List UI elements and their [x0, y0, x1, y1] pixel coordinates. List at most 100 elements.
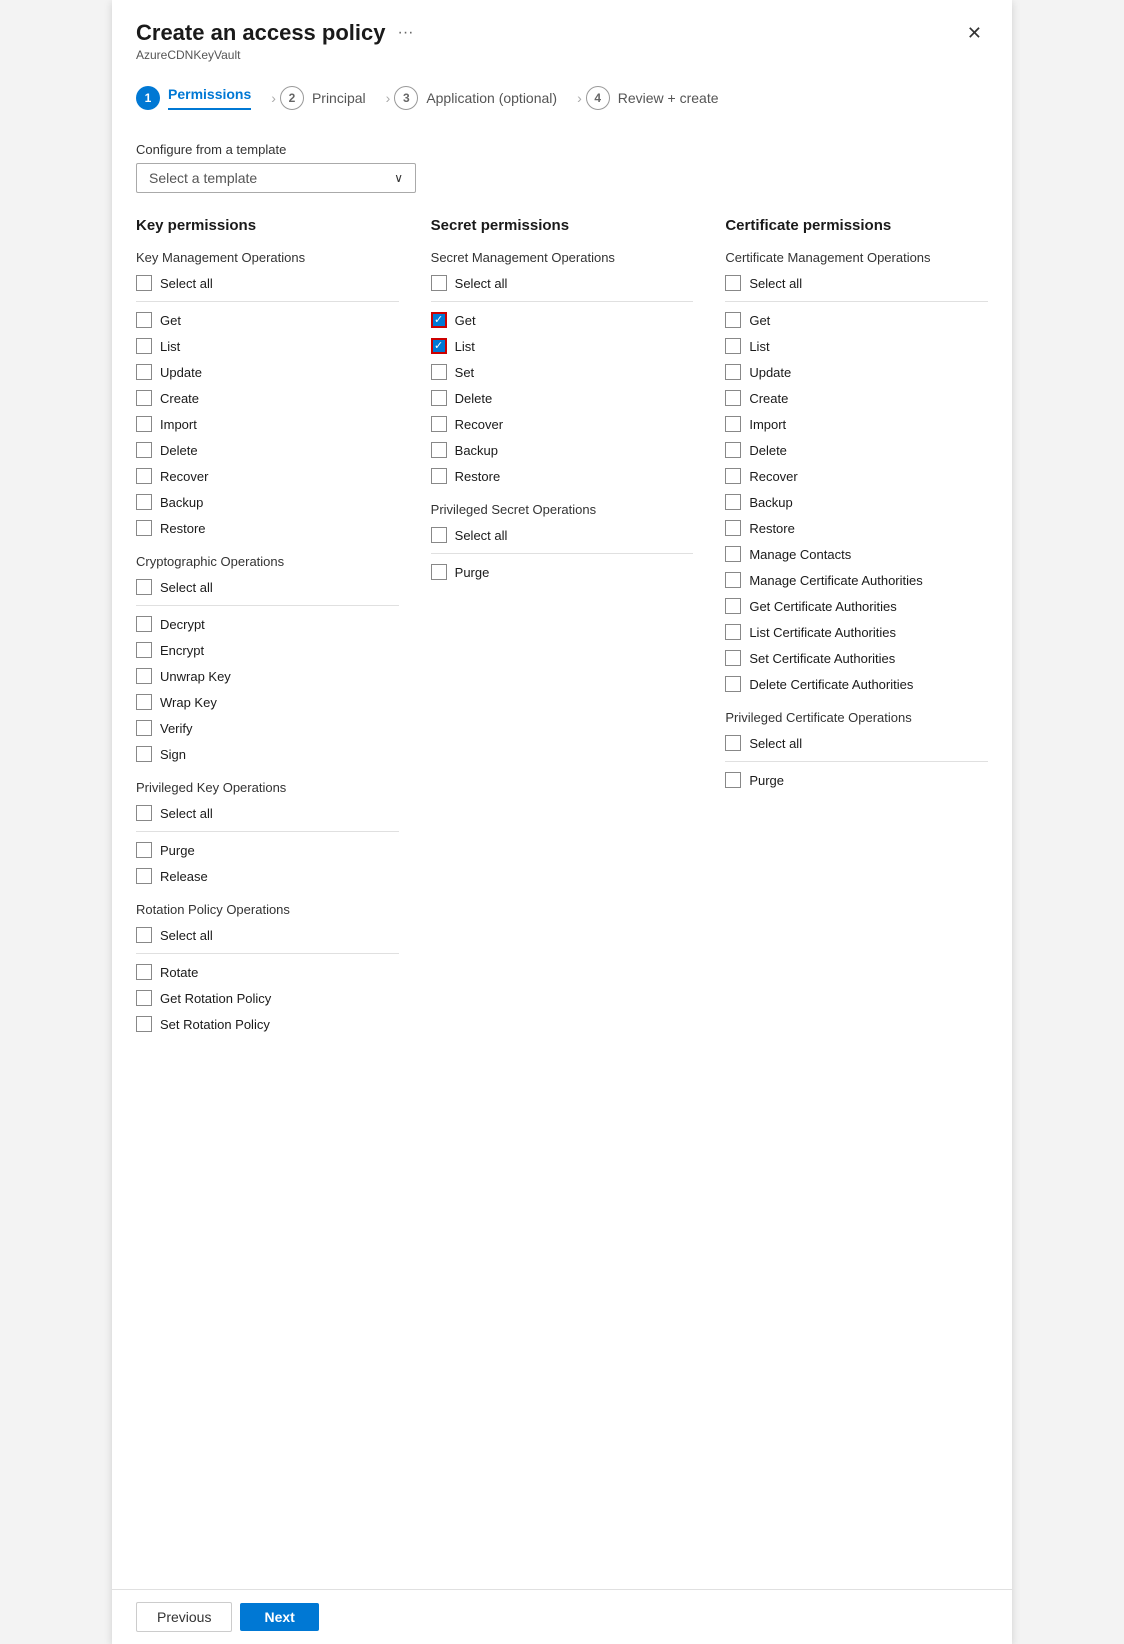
secret-list-checkbox[interactable] [431, 338, 447, 354]
secret-backup-checkbox[interactable] [431, 442, 447, 458]
step-review-create[interactable]: 4 Review + create [586, 78, 735, 118]
key-get-checkbox[interactable] [136, 312, 152, 328]
key-restore[interactable]: Restore [136, 518, 399, 538]
secret-get[interactable]: Get [431, 310, 694, 330]
cert-import-checkbox[interactable] [725, 416, 741, 432]
secret-set-checkbox[interactable] [431, 364, 447, 380]
priv-cert-select-all[interactable]: Select all [725, 733, 988, 753]
key-get-rotation-policy[interactable]: Get Rotation Policy [136, 988, 399, 1008]
key-purge-checkbox[interactable] [136, 842, 152, 858]
cert-select-all-checkbox[interactable] [725, 275, 741, 291]
key-sign-checkbox[interactable] [136, 746, 152, 762]
key-verify-checkbox[interactable] [136, 720, 152, 736]
secret-delete-checkbox[interactable] [431, 390, 447, 406]
key-sign[interactable]: Sign [136, 744, 399, 764]
key-delete[interactable]: Delete [136, 440, 399, 460]
key-release-checkbox[interactable] [136, 868, 152, 884]
ellipsis-menu[interactable]: ··· [397, 24, 413, 42]
key-import-checkbox[interactable] [136, 416, 152, 432]
key-unwrap-checkbox[interactable] [136, 668, 152, 684]
secret-restore-checkbox[interactable] [431, 468, 447, 484]
cert-manage-contacts-checkbox[interactable] [725, 546, 741, 562]
next-button[interactable]: Next [240, 1603, 318, 1631]
cert-create-checkbox[interactable] [725, 390, 741, 406]
cert-get-cas[interactable]: Get Certificate Authorities [725, 596, 988, 616]
cert-set-cas[interactable]: Set Certificate Authorities [725, 648, 988, 668]
key-delete-checkbox[interactable] [136, 442, 152, 458]
key-wrap[interactable]: Wrap Key [136, 692, 399, 712]
cert-manage-cas[interactable]: Manage Certificate Authorities [725, 570, 988, 590]
key-decrypt-checkbox[interactable] [136, 616, 152, 632]
secret-purge[interactable]: Purge [431, 562, 694, 582]
key-rotate-checkbox[interactable] [136, 964, 152, 980]
cert-purge[interactable]: Purge [725, 770, 988, 790]
template-dropdown[interactable]: Select a template ∨ [136, 163, 416, 193]
key-get[interactable]: Get [136, 310, 399, 330]
key-backup[interactable]: Backup [136, 492, 399, 512]
key-update-checkbox[interactable] [136, 364, 152, 380]
cert-import[interactable]: Import [725, 414, 988, 434]
key-import[interactable]: Import [136, 414, 399, 434]
cert-delete-cas[interactable]: Delete Certificate Authorities [725, 674, 988, 694]
cert-list-cas[interactable]: List Certificate Authorities [725, 622, 988, 642]
secret-recover[interactable]: Recover [431, 414, 694, 434]
step-principal[interactable]: 2 Principal [280, 78, 382, 118]
key-restore-checkbox[interactable] [136, 520, 152, 536]
priv-secret-select-all-checkbox[interactable] [431, 527, 447, 543]
cert-list[interactable]: List [725, 336, 988, 356]
cert-manage-contacts[interactable]: Manage Contacts [725, 544, 988, 564]
previous-button[interactable]: Previous [136, 1602, 232, 1632]
key-get-rotation-policy-checkbox[interactable] [136, 990, 152, 1006]
secret-delete[interactable]: Delete [431, 388, 694, 408]
step-application[interactable]: 3 Application (optional) [394, 78, 573, 118]
secret-select-all[interactable]: Select all [431, 273, 694, 293]
cert-get-cas-checkbox[interactable] [725, 598, 741, 614]
key-select-all-checkbox[interactable] [136, 275, 152, 291]
crypto-select-all[interactable]: Select all [136, 577, 399, 597]
key-purge[interactable]: Purge [136, 840, 399, 860]
key-encrypt[interactable]: Encrypt [136, 640, 399, 660]
cert-recover[interactable]: Recover [725, 466, 988, 486]
priv-cert-select-all-checkbox[interactable] [725, 735, 741, 751]
cert-restore[interactable]: Restore [725, 518, 988, 538]
key-create[interactable]: Create [136, 388, 399, 408]
cert-update[interactable]: Update [725, 362, 988, 382]
cert-get[interactable]: Get [725, 310, 988, 330]
key-backup-checkbox[interactable] [136, 494, 152, 510]
rotation-select-all[interactable]: Select all [136, 925, 399, 945]
cert-backup-checkbox[interactable] [725, 494, 741, 510]
key-list-checkbox[interactable] [136, 338, 152, 354]
secret-select-all-checkbox[interactable] [431, 275, 447, 291]
cert-list-checkbox[interactable] [725, 338, 741, 354]
cert-delete-checkbox[interactable] [725, 442, 741, 458]
cert-get-checkbox[interactable] [725, 312, 741, 328]
close-button[interactable]: ✕ [961, 21, 988, 46]
key-release[interactable]: Release [136, 866, 399, 886]
key-decrypt[interactable]: Decrypt [136, 614, 399, 634]
cert-purge-checkbox[interactable] [725, 772, 741, 788]
cert-backup[interactable]: Backup [725, 492, 988, 512]
step-permissions[interactable]: 1 Permissions [136, 78, 267, 118]
key-list[interactable]: List [136, 336, 399, 356]
priv-key-select-all-checkbox[interactable] [136, 805, 152, 821]
key-unwrap[interactable]: Unwrap Key [136, 666, 399, 686]
cert-set-cas-checkbox[interactable] [725, 650, 741, 666]
key-select-all[interactable]: Select all [136, 273, 399, 293]
key-create-checkbox[interactable] [136, 390, 152, 406]
key-set-rotation-policy-checkbox[interactable] [136, 1016, 152, 1032]
cert-restore-checkbox[interactable] [725, 520, 741, 536]
rotation-select-all-checkbox[interactable] [136, 927, 152, 943]
key-verify[interactable]: Verify [136, 718, 399, 738]
cert-select-all[interactable]: Select all [725, 273, 988, 293]
key-encrypt-checkbox[interactable] [136, 642, 152, 658]
cert-update-checkbox[interactable] [725, 364, 741, 380]
secret-restore[interactable]: Restore [431, 466, 694, 486]
key-update[interactable]: Update [136, 362, 399, 382]
cert-delete-cas-checkbox[interactable] [725, 676, 741, 692]
cert-recover-checkbox[interactable] [725, 468, 741, 484]
priv-secret-select-all[interactable]: Select all [431, 525, 694, 545]
secret-set[interactable]: Set [431, 362, 694, 382]
key-rotate[interactable]: Rotate [136, 962, 399, 982]
cert-manage-cas-checkbox[interactable] [725, 572, 741, 588]
key-recover[interactable]: Recover [136, 466, 399, 486]
